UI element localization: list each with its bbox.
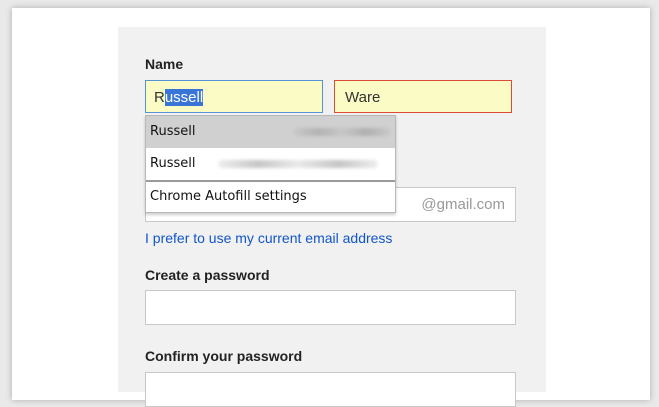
first-name-selected-text: ussell [164,89,204,106]
last-name-value: Ware [345,89,381,106]
first-name-typed: R [154,89,165,106]
use-current-email-link[interactable]: I prefer to use my current email address [145,230,392,246]
create-password-label: Create a password [145,267,270,283]
password-input[interactable] [145,290,516,325]
name-label: Name [145,56,184,72]
redacted-detail [294,128,390,136]
confirm-password-label: Confirm your password [145,348,303,364]
autofill-suggestion-name: Russell [150,124,196,139]
autofill-suggestion-name: Russell [150,156,196,171]
autofill-dropdown: Russell Russell Chrome Autofill settings [145,115,396,213]
autofill-settings-item[interactable]: Chrome Autofill settings [146,182,395,212]
email-domain-suffix: @gmail.com [421,196,505,213]
redacted-detail [218,160,378,168]
last-name-input[interactable]: Ware [334,80,512,113]
confirm-password-input[interactable] [145,372,516,407]
autofill-suggestion[interactable]: Russell [146,116,395,148]
autofill-suggestion[interactable]: Russell [146,148,395,180]
first-name-input[interactable]: Russell [145,80,323,113]
